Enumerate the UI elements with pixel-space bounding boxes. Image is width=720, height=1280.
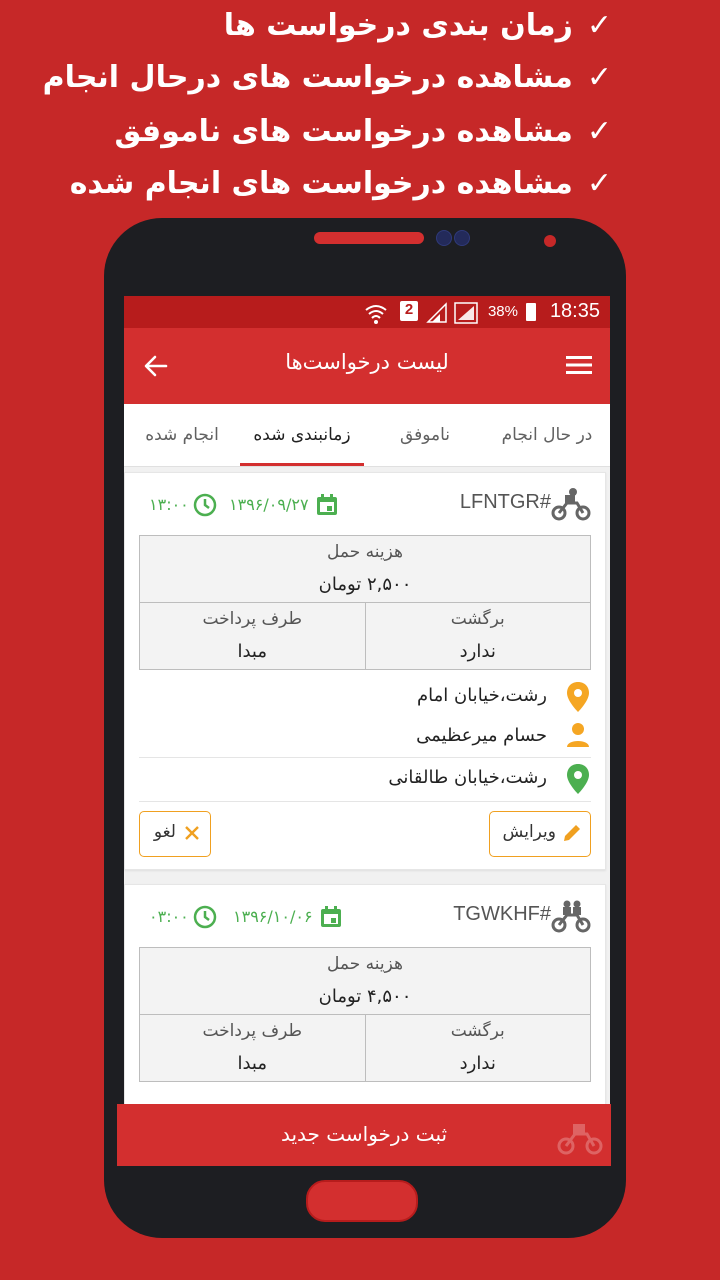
cancel-button-label: لغو (153, 822, 176, 842)
status-bar: 18:35 38% 2 (124, 296, 610, 328)
arrow-left-icon[interactable] (142, 352, 170, 380)
person-icon (567, 723, 589, 747)
battery-percent: 38% (487, 303, 518, 320)
promo-text: مشاهده درخواست های درحال انجام (42, 60, 573, 95)
request-card[interactable]: LFNTGR# ۱۳۹۶/۰۹/۲۷ ۱۳:۰۰ هزینه حمل ۲,۵۰۰… (124, 472, 606, 870)
payer-value: مبدا (237, 1053, 268, 1074)
check-mark-icon: ✓ (586, 60, 612, 95)
cost-value: ۴,۵۰۰ تومان (318, 986, 412, 1007)
card-header: TGWKHF# ۱۳۹۶/۱۰/۰۶ ۰۳:۰۰ (125, 885, 605, 947)
app-toolbar: لیست درخواست‌ها (124, 328, 610, 404)
check-mark-icon: ✓ (586, 166, 612, 201)
signal-icon (454, 302, 478, 324)
phone-sensor (544, 235, 556, 247)
promo-line: ✓ زمان بندی درخواست ها (224, 8, 612, 43)
tab-bar: در حال انجام ناموفق زمانبندی شده انجام ش… (124, 404, 610, 467)
contact-name: حسام میرعظیمی (416, 725, 547, 746)
check-mark-icon: ✓ (586, 8, 612, 43)
check-mark-icon: ✓ (586, 114, 612, 149)
edit-button-label: ویرایش (502, 822, 556, 842)
request-details-table: هزینه حمل ۴,۵۰۰ تومان برگشت ندارد طرف پر… (139, 947, 591, 1082)
new-request-button[interactable]: ثبت درخواست جدید (117, 1104, 611, 1166)
cost-cell: هزینه حمل ۲,۵۰۰ تومان (140, 536, 590, 603)
signal-icon (426, 302, 447, 323)
calendar-icon (317, 494, 337, 515)
promo-line: ✓ مشاهده درخواست های ناموفق (115, 114, 612, 149)
tab-in-progress[interactable]: در حال انجام (484, 404, 610, 466)
return-value: ندارد (459, 1053, 496, 1074)
calendar-icon (321, 906, 341, 927)
request-code: LFNTGR# (459, 491, 551, 513)
cost-label: هزینه حمل (327, 954, 403, 974)
cost-cell: هزینه حمل ۴,۵۰۰ تومان (140, 948, 590, 1015)
page-title: لیست درخواست‌ها (285, 350, 449, 374)
return-cell: برگشت ندارد (364, 603, 591, 669)
phone-speaker (314, 232, 424, 244)
request-time: ۰۳:۰۰ (149, 907, 189, 926)
promo-text: زمان بندی درخواست ها (223, 8, 573, 43)
phone-camera (436, 230, 452, 246)
phone-home-button[interactable] (306, 1180, 418, 1222)
new-request-label: ثبت درخواست جدید (280, 1122, 448, 1146)
payer-cell: طرف پرداخت مبدا (140, 603, 365, 669)
pencil-icon (564, 825, 580, 841)
origin-pin-icon (567, 682, 589, 712)
destination-address: رشت،خیابان طالقانی (388, 767, 547, 788)
edit-button[interactable]: ویرایش (489, 811, 591, 857)
phone-camera (454, 230, 470, 246)
payer-label: طرف پرداخت (202, 609, 303, 629)
return-cell: برگشت ندارد (364, 1015, 591, 1081)
battery-charging-icon (526, 303, 536, 321)
motorcycle-delivery-icon (551, 900, 591, 933)
request-details-table: هزینه حمل ۲,۵۰۰ تومان برگشت ندارد طرف پر… (139, 535, 591, 670)
details-row: برگشت ندارد طرف پرداخت مبدا (140, 1015, 590, 1081)
origin-address: رشت،خیابان امام (416, 685, 547, 706)
payer-cell: طرف پرداخت مبدا (140, 1015, 365, 1081)
status-time: 18:35 (549, 300, 600, 322)
promo-text: مشاهده درخواست های انجام شده (69, 166, 573, 201)
app-screen: 18:35 38% 2 لیست درخواست‌ها در (124, 296, 610, 1162)
request-date: ۱۳۹۶/۱۰/۰۶ (233, 907, 313, 926)
destination-pin-icon (567, 764, 589, 794)
promo-header: ✓ زمان بندی درخواست ها ✓ مشاهده درخواست ها… (0, 0, 720, 215)
tab-scheduled[interactable]: زمانبندی شده (240, 404, 364, 466)
payer-value: مبدا (237, 641, 268, 662)
wifi-icon (365, 305, 387, 324)
divider (139, 757, 591, 758)
request-code: TGWKHF# (453, 903, 551, 925)
clock-icon (193, 493, 217, 517)
promo-line: ✓ مشاهده درخواست های انجام شده (70, 166, 612, 201)
tab-failed[interactable]: ناموفق (366, 404, 484, 466)
promo-text: مشاهده درخواست های ناموفق (114, 114, 573, 149)
return-value: ندارد (459, 641, 496, 662)
cancel-button[interactable]: لغو (139, 811, 211, 857)
sim-2-icon: 2 (400, 301, 418, 321)
card-header: LFNTGR# ۱۳۹۶/۰۹/۲۷ ۱۳:۰۰ (125, 473, 605, 535)
clock-icon (193, 905, 217, 929)
motorcycle-delivery-icon (551, 488, 591, 521)
cost-value: ۲,۵۰۰ تومان (318, 574, 412, 595)
promo-line: ✓ مشاهده درخواست های درحال انجام (43, 60, 612, 95)
close-icon (185, 826, 199, 840)
divider (139, 801, 591, 802)
payer-label: طرف پرداخت (202, 1021, 303, 1041)
details-row: برگشت ندارد طرف پرداخت مبدا (140, 603, 590, 669)
request-date: ۱۳۹۶/۰۹/۲۷ (229, 495, 309, 514)
request-time: ۱۳:۰۰ (149, 495, 189, 514)
return-label: برگشت (450, 609, 505, 629)
cost-label: هزینه حمل (327, 542, 403, 562)
return-label: برگشت (450, 1021, 505, 1041)
tab-done[interactable]: انجام شده (124, 404, 240, 466)
